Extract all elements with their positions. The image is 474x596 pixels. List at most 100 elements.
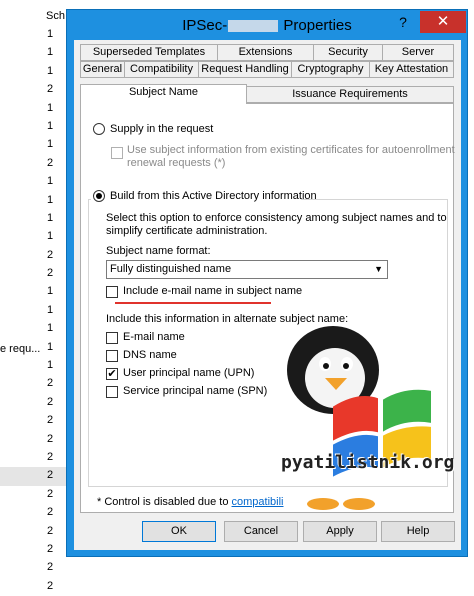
- title-prefix: IPSec-: [182, 17, 228, 34]
- tab-superseded-templates[interactable]: Superseded Templates: [80, 44, 218, 61]
- background-list-row[interactable]: 2: [0, 265, 70, 283]
- build-description-line2: simplify certificate administration.: [106, 225, 268, 237]
- background-row-value: 1: [47, 193, 54, 206]
- include-email-checkbox[interactable]: [106, 286, 118, 298]
- background-list-row[interactable]: 2: [0, 467, 70, 486]
- subject-name-format-value: Fully distinguished name: [110, 263, 232, 275]
- tab-cryptography[interactable]: Cryptography: [291, 61, 370, 78]
- chevron-down-icon: ▼: [374, 264, 383, 274]
- background-row-value: 2: [47, 542, 54, 555]
- email-name-checkbox[interactable]: [106, 332, 118, 344]
- background-row-value: 2: [47, 156, 54, 169]
- background-list-row[interactable]: 1: [0, 26, 70, 44]
- background-list-row[interactable]: 1: [0, 118, 70, 136]
- spn-label[interactable]: Service principal name (SPN): [123, 385, 267, 397]
- background-list-row[interactable]: 1: [0, 173, 70, 191]
- background-list-row[interactable]: 2: [0, 541, 70, 559]
- close-icon[interactable]: ✕: [420, 11, 466, 33]
- include-email-label[interactable]: Include e-mail name in subject name: [123, 285, 302, 297]
- background-list-row[interactable]: 1: [0, 210, 70, 228]
- apply-button[interactable]: Apply: [303, 521, 377, 542]
- supply-in-request-label[interactable]: Supply in the request: [110, 123, 213, 135]
- background-row-value: 2: [47, 579, 54, 592]
- background-list-row[interactable]: 2: [0, 504, 70, 522]
- background-row-value: 1: [47, 64, 54, 77]
- upn-checkbox[interactable]: ✔: [106, 368, 118, 380]
- background-row-value: 2: [47, 248, 54, 261]
- dns-name-checkbox[interactable]: [106, 350, 118, 362]
- background-list-row[interactable]: 1: [0, 320, 70, 338]
- background-row-value: 2: [47, 561, 54, 574]
- help-icon[interactable]: ?: [393, 14, 413, 32]
- background-list-row[interactable]: 1: [0, 302, 70, 320]
- dns-name-label[interactable]: DNS name: [123, 349, 177, 361]
- subject-name-format-label: Subject name format:: [106, 245, 211, 257]
- tab-security[interactable]: Security: [313, 44, 383, 61]
- penguin-logo-icon: [287, 326, 431, 510]
- watermark-text: pyatilistnik.org: [281, 452, 455, 473]
- background-row-value: 1: [47, 46, 54, 59]
- background-list-row[interactable]: 2: [0, 394, 70, 412]
- background-row-value: 2: [47, 450, 54, 463]
- background-list-row[interactable]: 2: [0, 412, 70, 430]
- background-row-value: 2: [47, 83, 54, 96]
- background-list-row[interactable]: 1: [0, 357, 70, 375]
- background-list: 1 1 1 2 1 1 1 2 1 1 1 1 2 2 1 1 1 1 1 2 2 2 2 2 2 2 2 2 2 2 2: [0, 26, 70, 596]
- background-column-header: Sch: [0, 8, 70, 26]
- build-from-ad-label[interactable]: Build from this Active Directory informa…: [110, 190, 317, 202]
- tab-server[interactable]: Server: [382, 44, 454, 61]
- background-list-row[interactable]: 2: [0, 486, 70, 504]
- background-list-row[interactable]: 2: [0, 559, 70, 577]
- subject-name-format-select[interactable]: Fully distinguished name ▼: [106, 260, 388, 279]
- tab-general[interactable]: General: [80, 61, 125, 78]
- background-list-row[interactable]: 1: [0, 63, 70, 81]
- tab-compatibility[interactable]: Compatibility: [124, 61, 199, 78]
- background-list-row[interactable]: 2: [0, 155, 70, 173]
- upn-label[interactable]: User principal name (UPN): [123, 367, 254, 379]
- background-row-value: 1: [47, 175, 54, 188]
- tab-request-handling[interactable]: Request Handling: [198, 61, 292, 78]
- background-list-row[interactable]: 2: [0, 523, 70, 541]
- background-row-value: 1: [47, 230, 54, 243]
- background-list-row[interactable]: 2: [0, 431, 70, 449]
- background-row-value: 1: [47, 101, 54, 114]
- footnote: * Control is disabled due to compatibili: [97, 496, 284, 508]
- background-row-value: 2: [47, 395, 54, 408]
- build-from-ad-radio[interactable]: [93, 190, 105, 202]
- use-existing-label-line2: renewal requests (*): [127, 157, 226, 169]
- background-row-value: 2: [47, 414, 54, 427]
- background-row-value: 2: [47, 432, 54, 445]
- background-list-row[interactable]: 2: [0, 81, 70, 99]
- background-list-row[interactable]: 2: [0, 578, 70, 596]
- background-list-row[interactable]: 1: [0, 192, 70, 210]
- email-name-label[interactable]: E-mail name: [123, 331, 185, 343]
- background-list-row[interactable]: 1: [0, 136, 70, 154]
- background-row-value: 1: [47, 359, 54, 372]
- background-row-value: 1: [47, 119, 54, 132]
- background-row-value: 1: [47, 303, 54, 316]
- background-list-row[interactable]: 1: [0, 228, 70, 246]
- tab-key-attestation[interactable]: Key Attestation: [369, 61, 454, 78]
- background-list-row[interactable]: 2: [0, 449, 70, 467]
- column-header-sch: Sch: [46, 10, 65, 22]
- background-row-value: 2: [47, 487, 54, 500]
- footnote-text: * Control is disabled due to: [97, 496, 232, 508]
- background-list-row[interactable]: 1: [0, 283, 70, 301]
- tab-extensions[interactable]: Extensions: [217, 44, 314, 61]
- supply-in-request-radio[interactable]: [93, 123, 105, 135]
- cancel-button[interactable]: Cancel: [224, 521, 298, 542]
- spn-checkbox[interactable]: [106, 386, 118, 398]
- use-existing-checkbox[interactable]: [111, 147, 123, 159]
- background-row-value: 2: [47, 469, 54, 482]
- help-button[interactable]: Help: [381, 521, 455, 542]
- title-bar[interactable]: IPSec- Properties ? ✕: [67, 10, 467, 40]
- tab-subject-name[interactable]: Subject Name: [80, 84, 247, 104]
- background-row-value: 1: [47, 28, 54, 40]
- background-list-row[interactable]: 1: [0, 44, 70, 62]
- background-list-row[interactable]: 1: [0, 100, 70, 118]
- background-list-row[interactable]: 2: [0, 375, 70, 393]
- background-row-value: 2: [47, 267, 54, 280]
- background-list-row[interactable]: 2: [0, 247, 70, 265]
- tab-issuance-requirements[interactable]: Issuance Requirements: [246, 86, 454, 103]
- ok-button[interactable]: OK: [142, 521, 216, 542]
